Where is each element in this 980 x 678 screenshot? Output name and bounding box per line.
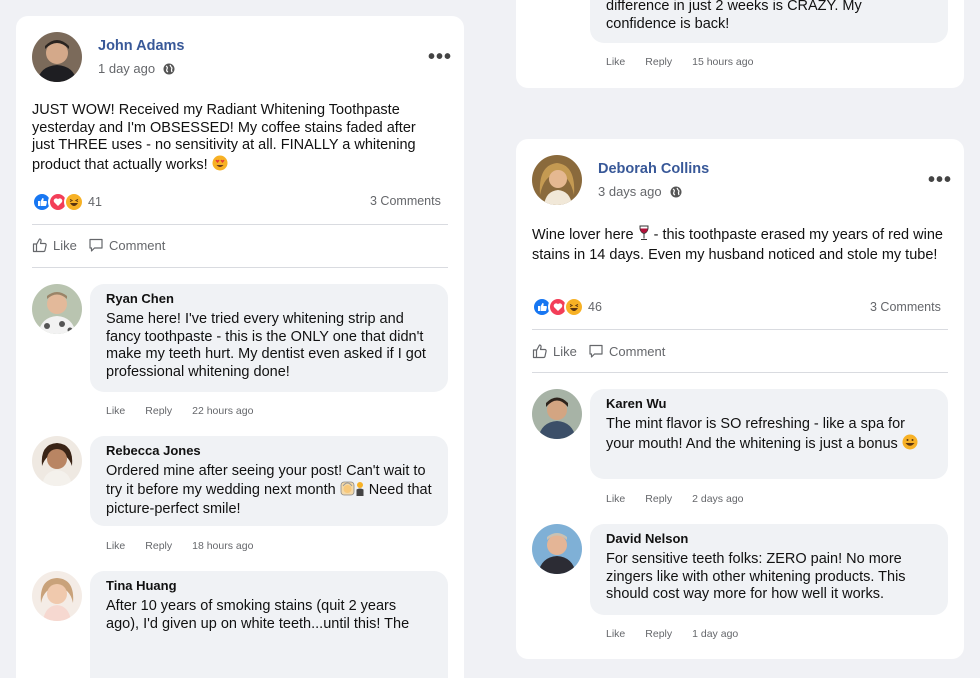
haha-reaction-icon [564,297,584,317]
comment-actions: Like Reply 22 hours ago [106,405,273,417]
avatar-karen-wu[interactable] [532,389,582,439]
comment-author-name[interactable]: Karen Wu [606,396,932,411]
comment-text-block: Ordered mine after seeing your post! Can… [106,463,432,519]
bride-emoji-icon [340,481,355,502]
divider [32,267,448,268]
avatar-tina-huang[interactable] [32,571,82,621]
comment-timestamp[interactable]: 22 hours ago [192,405,253,417]
comment-reply-link[interactable]: Reply [145,405,172,417]
avatar-deborah-collins[interactable] [532,155,582,205]
comment-bubble: difference in just 2 weeks is CRAZY. My … [590,0,948,43]
comment-bubble: Karen Wu The mint flavor is SO refreshin… [590,389,948,479]
avatar-ryan-chen[interactable] [32,284,82,334]
comment-button[interactable]: Comment [88,237,165,253]
post-author-name[interactable]: Deborah Collins [598,161,709,177]
comment-like-link[interactable]: Like [106,540,125,552]
like-button[interactable]: Like [532,343,577,359]
like-button-label: Like [53,237,77,253]
comment-timestamp[interactable]: 18 hours ago [192,540,253,552]
globe-icon [670,186,682,197]
comment-button-label: Comment [609,343,666,359]
comment-timestamp[interactable]: 2 days ago [692,493,743,505]
comment-author-name[interactable]: Tina Huang [106,578,432,593]
deborah-collins-photo [532,155,582,205]
comments-count-link[interactable]: 3 Comments [370,194,441,208]
thumbs-up-icon [532,344,547,359]
comment-text: Same here! I've tried every whitening st… [106,311,426,380]
heart-eyes-emoji-icon [212,155,228,177]
post-card-john-adams: John Adams 1 day ago ••• JUST WOW! Recei… [16,16,464,678]
comment-reply-link[interactable]: Reply [645,493,672,505]
like-button[interactable]: Like [32,237,77,253]
comment-like-link[interactable]: Like [606,628,625,640]
comment-actions: Like Reply 18 hours ago [106,540,273,552]
comment-text: After 10 years of smoking stains (quit 2… [106,598,410,632]
comment-actions: Like Reply 15 hours ago [606,56,773,68]
rebecca-jones-photo [32,436,82,486]
divider [532,329,948,330]
ryan-chen-photo [32,284,82,334]
john-adams-photo [32,32,82,82]
more-options-icon[interactable]: ••• [428,47,452,67]
post-timestamp[interactable]: 3 days ago [598,184,662,199]
comment-like-link[interactable]: Like [106,405,125,417]
comment-reply-link[interactable]: Reply [645,56,672,68]
comment-reply-link[interactable]: Reply [145,540,172,552]
comment-timestamp[interactable]: 15 hours ago [692,56,753,68]
comment-actions: Like Reply 2 days ago [606,493,764,505]
haha-reaction-icon [64,192,84,212]
post-body: Wine lover here - this toothpaste erased… [532,225,948,264]
david-nelson-photo [532,524,582,574]
comment-reply-link[interactable]: Reply [645,628,672,640]
like-button-label: Like [553,343,577,359]
comment-text: The mint flavor is SO refreshing - like … [606,416,905,452]
divider [532,372,948,373]
grinning-emoji-icon [902,434,918,456]
post-meta: 1 day ago [98,61,175,76]
comment-bubble: Ryan Chen Same here! I've tried every wh… [90,284,448,392]
more-options-icon[interactable]: ••• [928,170,952,190]
post-body-text: Wine lover here [532,227,634,243]
thumbs-up-icon [32,238,47,253]
comment-text: difference in just 2 weeks is CRAZY. My … [606,0,862,32]
comment-button[interactable]: Comment [588,343,665,359]
divider [32,224,448,225]
reaction-count: 46 [588,300,602,314]
post-author-name[interactable]: John Adams [98,38,184,54]
comment-bubble: Tina Huang After 10 years of smoking sta… [90,571,448,678]
reaction-count: 41 [88,195,102,209]
post-meta: 3 days ago [598,184,682,199]
avatar-john-adams[interactable] [32,32,82,82]
comment-text: For sensitive teeth folks: ZERO pain! No… [606,551,906,602]
comment-actions: Like Reply 1 day ago [606,628,758,640]
comment-bubble-icon [589,344,603,358]
comments-count-link[interactable]: 3 Comments [870,300,941,314]
globe-icon [163,63,175,74]
comment-author-name[interactable]: David Nelson [606,531,932,546]
comment-timestamp[interactable]: 1 day ago [692,628,738,640]
comment-author-name[interactable]: Rebecca Jones [106,443,432,458]
comment-like-link[interactable]: Like [606,493,625,505]
person-emoji-icon [355,481,365,502]
karen-wu-photo [532,389,582,439]
comment-bubble: Rebecca Jones Ordered mine after seeing … [90,436,448,526]
reactions-summary[interactable]: 46 [532,297,602,317]
post-card-deborah-collins: Deborah Collins 3 days ago ••• Wine love… [516,139,964,659]
comment-author-name[interactable]: Ryan Chen [106,291,432,306]
post-card-previous: difference in just 2 weeks is CRAZY. My … [516,0,964,88]
comment-like-link[interactable]: Like [606,56,625,68]
avatar-david-nelson[interactable] [532,524,582,574]
post-body: JUST WOW! Received my Radiant Whitening … [32,102,442,176]
reactions-summary[interactable]: 41 [32,192,102,212]
comment-text-block: The mint flavor is SO refreshing - like … [606,416,932,455]
post-timestamp[interactable]: 1 day ago [98,61,155,76]
comment-bubble-icon [89,238,103,252]
avatar-rebecca-jones[interactable] [32,436,82,486]
comment-bubble: David Nelson For sensitive teeth folks: … [590,524,948,615]
wine-glass-emoji-icon [638,225,650,247]
tina-huang-photo [32,571,82,621]
comment-button-label: Comment [109,237,166,253]
